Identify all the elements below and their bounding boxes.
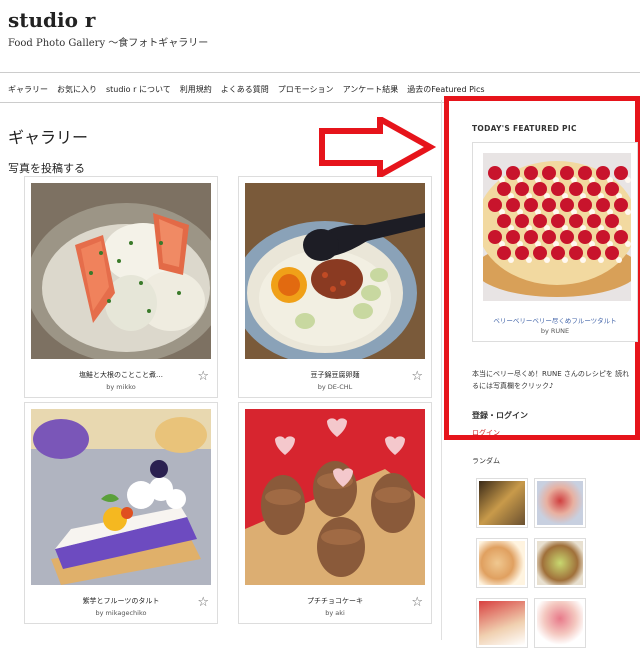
site-title[interactable]: studio r bbox=[8, 8, 95, 32]
header-divider bbox=[0, 72, 640, 73]
food-photo[interactable] bbox=[245, 409, 425, 585]
random-thumbnail[interactable] bbox=[476, 598, 528, 648]
favorite-star-icon[interactable]: ☆ bbox=[411, 369, 423, 384]
right-arrow-icon bbox=[319, 117, 437, 177]
featured-description: 本当にベリー尽くめ！RUNE さんのレシピを 読れるには写真欄をクリック♪ bbox=[472, 370, 630, 390]
gallery-card[interactable]: プチチョコケーキ by aki ☆ bbox=[238, 402, 432, 624]
sidebar-divider bbox=[441, 100, 442, 640]
login-heading: 登録・ログイン bbox=[472, 411, 528, 420]
nav-item-survey[interactable]: アンケート結果 bbox=[343, 84, 399, 95]
photo-caption[interactable]: 紫芋とフルーツのタルト bbox=[25, 596, 217, 606]
photo-caption[interactable]: プチチョコケーキ bbox=[239, 596, 431, 606]
featured-caption[interactable]: ベリーベリーベリー尽くめフルーツタルト bbox=[473, 315, 637, 325]
page-title: ギャラリー bbox=[8, 128, 89, 147]
login-link[interactable]: ログイン bbox=[472, 428, 500, 438]
nav-item-terms[interactable]: 利用規約 bbox=[180, 84, 212, 95]
random-thumbnail[interactable] bbox=[534, 598, 586, 648]
favorite-star-icon[interactable]: ☆ bbox=[197, 369, 209, 384]
post-photo-link[interactable]: 写真を投稿する bbox=[8, 160, 85, 176]
food-photo[interactable] bbox=[31, 409, 211, 585]
nav-item-favorites[interactable]: お気に入り bbox=[57, 84, 97, 95]
photo-caption[interactable]: 塩鮭と大根のことこと煮… bbox=[25, 370, 217, 380]
photo-author[interactable]: by aki bbox=[239, 609, 431, 617]
featured-photo[interactable] bbox=[483, 153, 631, 301]
favorite-star-icon[interactable]: ☆ bbox=[197, 595, 209, 610]
nav-item-past-featured[interactable]: 過去のFeatured Pics bbox=[407, 84, 484, 95]
featured-pic-card[interactable]: ベリーベリーベリー尽くめフルーツタルト by RUNE bbox=[472, 142, 638, 342]
random-thumbnail[interactable] bbox=[534, 478, 586, 528]
random-thumbnail[interactable] bbox=[534, 538, 586, 588]
featured-author[interactable]: by RUNE bbox=[473, 327, 637, 335]
random-thumbnail[interactable] bbox=[476, 478, 528, 528]
favorite-star-icon[interactable]: ☆ bbox=[411, 595, 423, 610]
food-photo[interactable] bbox=[245, 183, 425, 359]
gallery-card[interactable]: 塩鮭と大根のことこと煮… by mikko ☆ bbox=[24, 176, 218, 398]
photo-author[interactable]: by mikko bbox=[25, 383, 217, 391]
main-nav: ギャラリー お気に入り studio r について 利用規約 よくある質問 プロ… bbox=[8, 84, 485, 95]
photo-caption[interactable]: 豆子錦豆腐卵麺 bbox=[239, 370, 431, 380]
featured-pic-heading: TODAY'S FEATURED PIC bbox=[472, 124, 577, 133]
nav-item-promotion[interactable]: プロモーション bbox=[278, 84, 334, 95]
nav-item-about[interactable]: studio r について bbox=[106, 84, 171, 95]
gallery-card[interactable]: 豆子錦豆腐卵麺 by DE-CHL ☆ bbox=[238, 176, 432, 398]
random-thumbnail[interactable] bbox=[476, 538, 528, 588]
nav-item-faq[interactable]: よくある質問 bbox=[221, 84, 269, 95]
random-heading: ランダム bbox=[472, 457, 500, 465]
food-photo[interactable] bbox=[31, 183, 211, 359]
nav-item-gallery[interactable]: ギャラリー bbox=[8, 84, 48, 95]
gallery-card[interactable]: 紫芋とフルーツのタルト by mikagechiko ☆ bbox=[24, 402, 218, 624]
site-subtitle: Food Photo Gallery ～食フォトギャラリー bbox=[8, 38, 209, 49]
photo-author[interactable]: by mikagechiko bbox=[25, 609, 217, 617]
photo-author[interactable]: by DE-CHL bbox=[239, 383, 431, 391]
